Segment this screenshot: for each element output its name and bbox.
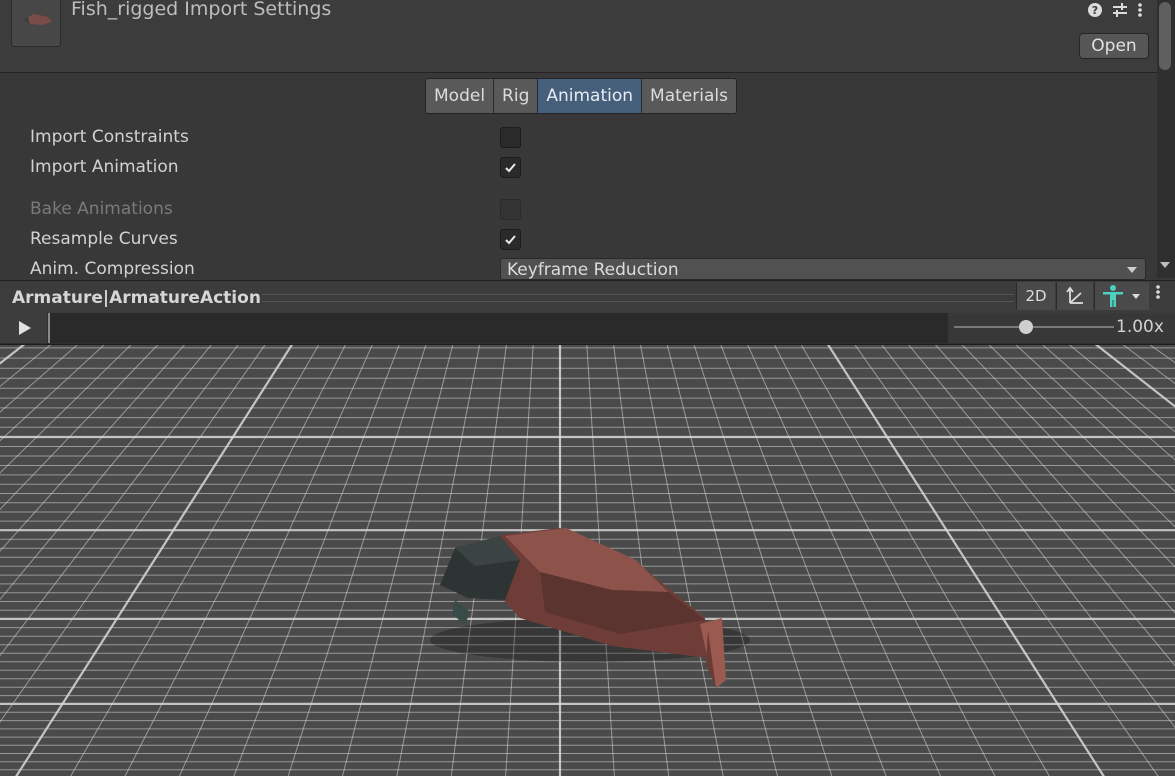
preview-drag-handle[interactable] — [262, 294, 1014, 302]
help-icon[interactable]: ? — [1087, 2, 1103, 22]
preview-viewport[interactable] — [0, 345, 1175, 776]
checkmark-icon — [505, 163, 516, 173]
page-title: Fish_rigged Import Settings — [71, 0, 332, 20]
clip-name: Armature|ArmatureAction — [12, 288, 261, 308]
import-animation-label: Import Animation — [30, 157, 179, 177]
anim-compression-label: Anim. Compression — [30, 259, 195, 279]
avatar-selector[interactable] — [1094, 282, 1149, 310]
import-animation-checkbox[interactable] — [500, 157, 521, 178]
import-tabs: Model Rig Animation Materials — [425, 78, 737, 114]
inspector-header: Fish_rigged Import Settings ? Open — [0, 0, 1157, 73]
anim-compression-dropdown[interactable]: Keyframe Reduction — [500, 258, 1146, 280]
anim-compression-value: Keyframe Reduction — [507, 260, 679, 280]
svg-text:?: ? — [1092, 4, 1098, 17]
import-constraints-label: Import Constraints — [30, 127, 189, 147]
pivot-icon[interactable] — [1056, 282, 1093, 310]
scrollbar-thumb[interactable] — [1159, 2, 1171, 70]
speed-slider-knob[interactable] — [1019, 320, 1033, 334]
fish-model — [430, 528, 750, 688]
more-icon[interactable] — [1137, 2, 1143, 22]
bake-animations-checkbox — [500, 199, 521, 220]
asset-thumbnail — [11, 0, 61, 47]
play-icon — [19, 321, 31, 335]
bake-animations-label: Bake Animations — [30, 199, 173, 219]
chevron-down-icon — [1132, 294, 1140, 299]
speed-slider[interactable] — [954, 326, 1114, 328]
presets-icon[interactable] — [1112, 2, 1128, 22]
resample-curves-checkbox[interactable] — [500, 229, 521, 250]
import-constraints-checkbox[interactable] — [500, 127, 521, 148]
scroll-down-arrow-icon[interactable] — [1160, 262, 1170, 268]
tab-materials[interactable]: Materials — [642, 79, 736, 113]
preview-more-icon[interactable] — [1155, 284, 1161, 304]
resample-curves-label: Resample Curves — [30, 229, 178, 249]
humanoid-icon — [1103, 285, 1123, 307]
toggle-2d-button[interactable]: 2D — [1016, 282, 1055, 310]
checkmark-icon — [505, 235, 516, 245]
tab-model[interactable]: Model — [426, 79, 495, 113]
tab-animation[interactable]: Animation — [538, 79, 643, 113]
chevron-down-icon — [1127, 267, 1137, 273]
tab-rig[interactable]: Rig — [494, 79, 539, 113]
preview-toolbar: Armature|ArmatureAction — [0, 280, 1175, 314]
open-button[interactable]: Open — [1079, 33, 1149, 59]
speed-value: 1.00x — [1116, 317, 1164, 337]
timeline-scrubber[interactable] — [48, 313, 950, 343]
